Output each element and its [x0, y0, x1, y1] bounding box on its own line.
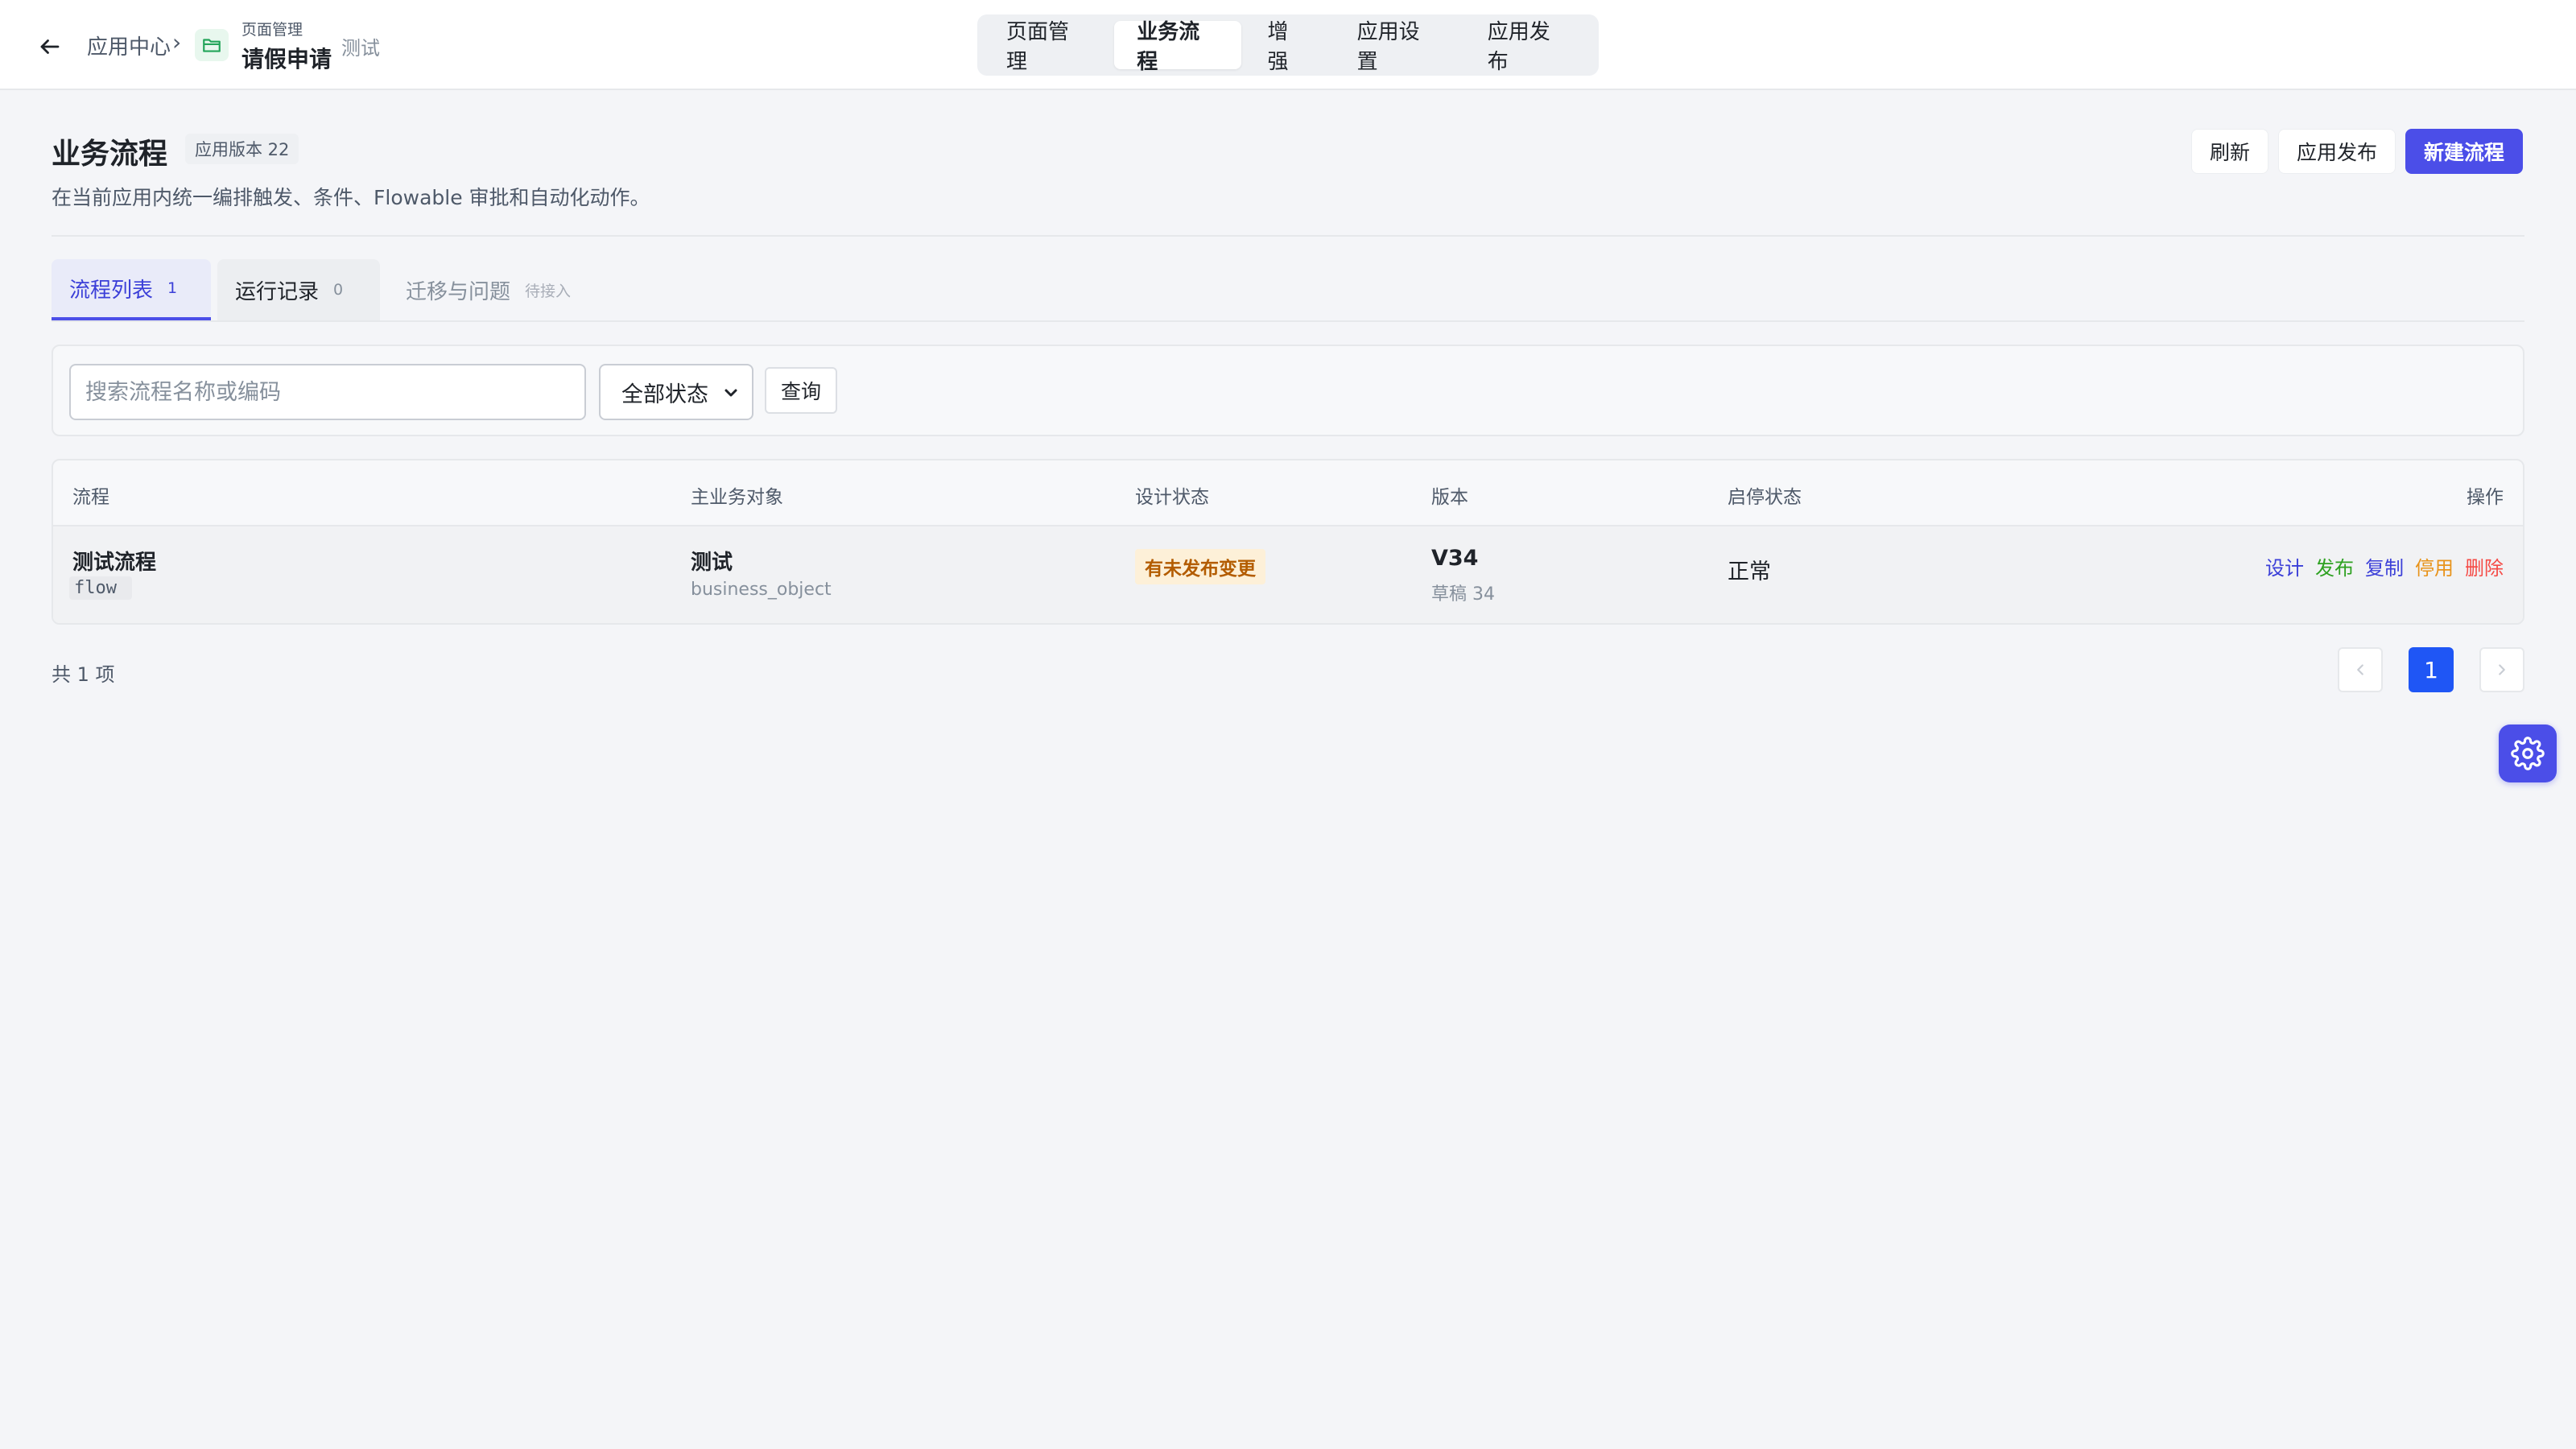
column-header-enable-status: 启停状态 [1728, 487, 1802, 508]
row-actions: 设计 发布 复制 停用 删除 [2265, 552, 2504, 580]
refresh-button[interactable]: 刷新 [2191, 129, 2269, 174]
app-version-badge: 应用版本 22 [185, 134, 299, 164]
column-header-design-status: 设计状态 [1135, 487, 1209, 508]
disable-action[interactable]: 停用 [2415, 552, 2454, 580]
app-publish-button[interactable]: 应用发布 [2278, 129, 2396, 174]
page-description: 在当前应用内统一编排触发、条件、Flowable 审批和自动化动作。 [52, 186, 650, 209]
page-title: 业务流程 [52, 138, 168, 171]
breadcrumb-group: 页面管理 [242, 21, 303, 39]
filter-bar: 全部状态 查询 [52, 345, 2524, 436]
tab-page-management[interactable]: 页面管理 [984, 20, 1111, 74]
column-header-biz-object: 主业务对象 [691, 487, 783, 508]
query-button[interactable]: 查询 [765, 367, 838, 414]
publish-action[interactable]: 发布 [2315, 552, 2354, 580]
enable-status: 正常 [1728, 559, 1771, 584]
tab-app-publish[interactable]: 应用发布 [1465, 20, 1592, 74]
tab-flow-list-count: 1 [167, 279, 178, 297]
design-status-badge: 有未发布变更 [1135, 549, 1265, 584]
copy-action[interactable]: 复制 [2365, 552, 2404, 580]
folder-badge [195, 29, 229, 61]
breadcrumb-separator: › [172, 29, 182, 56]
tab-app-settings[interactable]: 应用设置 [1335, 20, 1462, 74]
biz-object-name: 测试 [691, 551, 733, 575]
tab-business-flow[interactable]: 业务流程 [1114, 20, 1242, 74]
prev-page-button[interactable] [2338, 647, 2383, 692]
tab-flow-list-label: 流程列表 [69, 278, 154, 303]
page-number-current[interactable]: 1 [2409, 647, 2454, 692]
biz-object-code: business_object [691, 580, 832, 600]
status-select-value: 全部状态 [621, 382, 708, 407]
breadcrumb-page-title: 请假申请 [242, 46, 332, 72]
tab-flow-list[interactable]: 流程列表 1 [52, 259, 211, 320]
design-action[interactable]: 设计 [2265, 552, 2304, 580]
chevron-right-icon [2499, 664, 2505, 675]
table-row [53, 526, 2523, 623]
top-bar: 应用中心 › 页面管理 请假申请 测试 页面管理 业务流程 增强 应用设置 应用… [0, 0, 2576, 90]
tab-run-records-count: 0 [333, 281, 344, 299]
search-input[interactable] [69, 364, 586, 420]
next-page-button[interactable] [2479, 647, 2524, 692]
top-nav-tabs: 页面管理 业务流程 增强 应用设置 应用发布 [977, 14, 1599, 76]
arrow-left-icon [40, 39, 60, 54]
total-count: 共 1 项 [52, 663, 115, 686]
tab-enhance[interactable]: 增强 [1245, 20, 1331, 74]
gear-icon [2511, 737, 2545, 770]
environment-label: 测试 [341, 37, 380, 60]
column-header-actions: 操作 [2467, 487, 2504, 508]
back-button[interactable] [32, 29, 68, 64]
new-flow-button[interactable]: 新建流程 [2405, 129, 2524, 174]
subtab-divider [52, 320, 2524, 322]
flow-name: 测试流程 [72, 551, 157, 575]
flow-table: 流程 主业务对象 设计状态 版本 启停状态 操作 测试流程 flow 测试 bu… [52, 459, 2524, 625]
folder-icon [203, 39, 221, 52]
breadcrumb-app-center[interactable]: 应用中心 [87, 31, 171, 60]
chevron-left-icon [2357, 664, 2363, 675]
floating-settings-button[interactable] [2499, 724, 2557, 782]
column-header-version: 版本 [1431, 487, 1468, 508]
tab-run-records[interactable]: 运行记录 0 [217, 259, 380, 320]
column-header-flow: 流程 [72, 487, 109, 508]
header-divider [52, 235, 2524, 237]
delete-action[interactable]: 删除 [2465, 552, 2504, 580]
tab-migration-issues-status: 待接入 [525, 282, 572, 300]
draft-version: 草稿 34 [1431, 584, 1495, 605]
status-select[interactable]: 全部状态 [599, 364, 753, 420]
tab-run-records-label: 运行记录 [235, 279, 320, 304]
tab-migration-issues-label: 迁移与问题 [406, 279, 511, 304]
chevron-down-icon [724, 389, 737, 397]
flow-code: flow [69, 576, 132, 600]
version-number: V34 [1431, 546, 1479, 571]
tab-migration-issues[interactable]: 迁移与问题 待接入 [388, 259, 588, 320]
